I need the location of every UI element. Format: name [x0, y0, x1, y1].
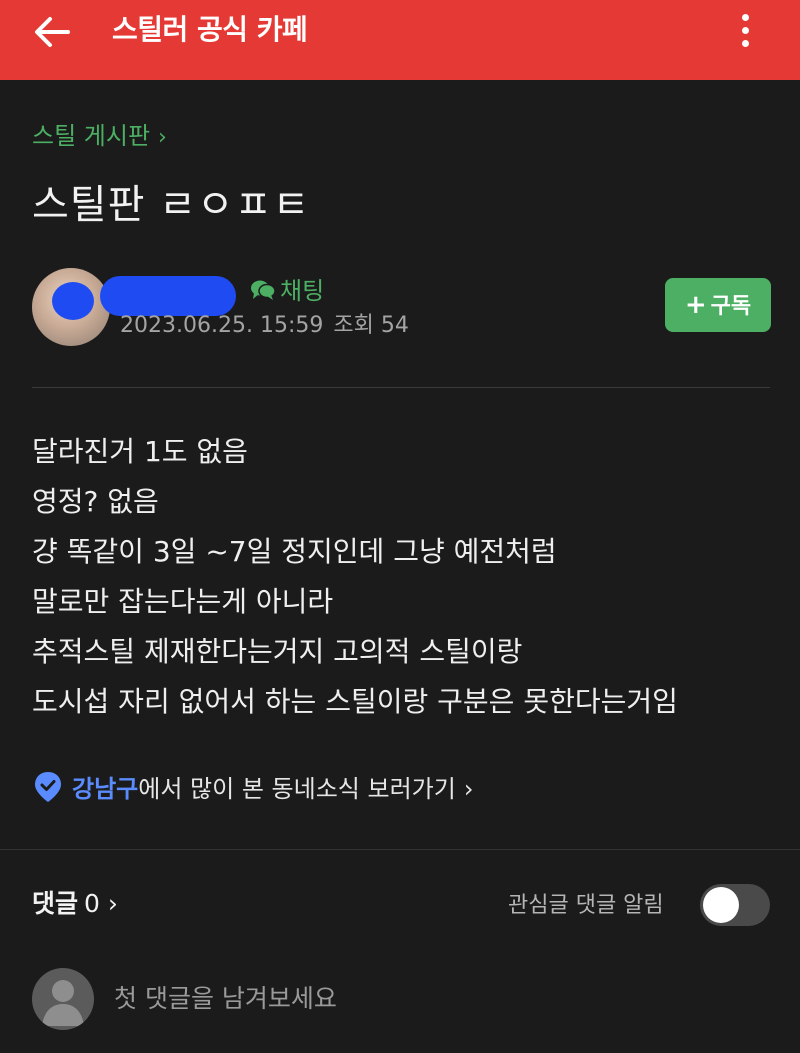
body-line: 도시섭 자리 없어서 하는 스틸이랑 구분은 못한다는거임	[32, 685, 678, 718]
toggle-knob	[703, 887, 739, 923]
board-name: 스틸 게시판	[32, 122, 151, 150]
body-line: 영정? 없음	[32, 485, 159, 518]
comment-count: 0	[84, 889, 100, 918]
body-line: 걍 똑같이 3일 ~7일 정지인데 그냥 예전처럼	[32, 535, 557, 568]
body-line: 말로만 잡는다는게 아니라	[32, 585, 334, 618]
redaction-mark	[52, 282, 94, 320]
comments-label: 댓글	[32, 889, 79, 918]
chevron-right-icon: ›	[107, 889, 118, 918]
chevron-right-icon: ›	[158, 125, 167, 150]
back-button[interactable]	[30, 10, 74, 54]
comments-header[interactable]: 댓글 0 ›	[32, 884, 118, 924]
divider	[32, 387, 770, 388]
place-name: 강남구	[72, 775, 139, 803]
comment-notify-label: 관심글 댓글 알림	[508, 893, 664, 918]
plus-icon: +	[684, 290, 707, 320]
more-options-button[interactable]	[726, 8, 766, 52]
person-icon	[42, 980, 84, 1026]
body-line: 추적스틸 제재한다는거지 고의적 스틸이랑	[32, 635, 523, 668]
app-header: 스틸러 공식 카페	[0, 0, 800, 80]
arrow-left-icon	[35, 17, 70, 47]
post-date: 2023.06.25. 15:59	[120, 313, 324, 338]
subscribe-button[interactable]: + 구독	[665, 278, 771, 332]
post-meta: 2023.06.25. 15:59 조회 54	[120, 310, 409, 342]
local-news-link[interactable]: 강남구에서 많이 본 동네소식 보러가기 ›	[32, 770, 473, 808]
chevron-right-icon: ›	[463, 775, 474, 803]
location-check-icon	[35, 772, 61, 802]
section-divider	[0, 849, 800, 850]
author-avatar[interactable]	[32, 268, 110, 346]
body-line: 달라진거 1도 없음	[32, 435, 248, 468]
cafe-title[interactable]: 스틸러 공식 카페	[112, 8, 308, 52]
board-breadcrumb[interactable]: 스틸 게시판 ›	[32, 118, 167, 154]
more-vertical-icon	[742, 14, 749, 21]
chat-bubble-icon	[251, 280, 276, 300]
user-avatar	[32, 968, 94, 1030]
subscribe-label: 구독	[710, 294, 752, 319]
comment-notify-toggle[interactable]	[700, 884, 770, 926]
post-title: 스틸판 ㄹㅇㅍㅌ	[32, 182, 311, 228]
chat-label: 채팅	[280, 277, 325, 305]
view-count: 조회 54	[333, 313, 409, 338]
comment-input[interactable]: 첫 댓글을 남겨보세요	[114, 980, 337, 1018]
chat-button[interactable]: 채팅	[250, 274, 324, 308]
local-news-text: 에서 많이 본 동네소식 보러가기	[138, 775, 456, 803]
post-body: 달라진거 1도 없음 영정? 없음 걍 똑같이 3일 ~7일 정지인데 그냥 예…	[32, 427, 772, 727]
